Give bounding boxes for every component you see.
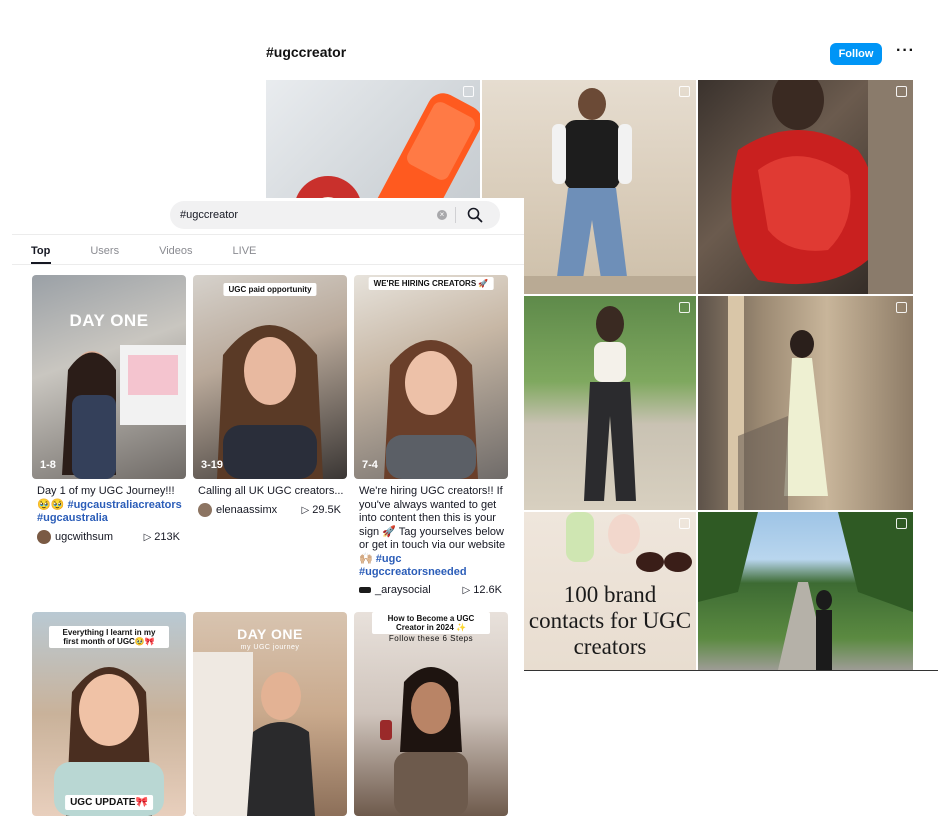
video-thumbnail[interactable]: DAY ONE my UGC journey	[193, 612, 347, 816]
video-overlay-text: UGC paid opportunity	[223, 283, 317, 296]
video-count: 3-19	[201, 459, 224, 471]
avatar[interactable]	[198, 502, 212, 517]
video-card[interactable]: DAY ONE 1-8 Day 1 of my UGC Journey!!! 🥹…	[32, 275, 186, 544]
video-caption: Day 1 of my UGC Journey!!! 🥹🥹 #ugcaustra…	[32, 485, 186, 526]
multi-post-icon	[896, 86, 907, 97]
overlay-text: 100 brand contacts for UGC creators	[528, 582, 692, 659]
video-frame	[217, 325, 323, 479]
tab-live[interactable]: LIVE	[233, 245, 257, 257]
hashtag-title: #ugccreator	[266, 44, 347, 60]
video-overlay-text: DAY ONE	[69, 311, 149, 330]
video-overlay-text: DAY ONE	[237, 626, 303, 642]
video-meta: elenaassimx 29.5K	[193, 502, 347, 517]
outfit-photo	[584, 306, 636, 501]
video-overlay-subtext: Follow these 6 Steps	[388, 634, 474, 643]
video-card[interactable]: How to Become a UGC Creator in 2024 ✨ Fo…	[354, 612, 508, 816]
video-frame	[193, 652, 315, 816]
avatar[interactable]	[37, 529, 51, 544]
search-tabs: Top Users Videos LIVE	[31, 245, 296, 257]
clear-search-icon[interactable]: ×	[437, 210, 447, 220]
video-overlay-text: WE'RE HIRING CREATORS 🚀	[368, 277, 494, 290]
video-overlay-subtext: my UGC journey	[240, 644, 300, 651]
search-icon[interactable]	[466, 206, 484, 224]
divider	[12, 264, 524, 265]
video-meta: _araysocial 12.6K	[354, 584, 508, 596]
author-name[interactable]: ugcwithsum	[55, 531, 113, 543]
video-card[interactable]: WE'RE HIRING CREATORS 🚀 7-4 We're hiring…	[354, 275, 508, 596]
hashtag-link[interactable]: #ugc #ugccreatorsneeded	[359, 553, 467, 579]
search-bar[interactable]: #ugccreator ×	[170, 201, 500, 229]
video-frame	[384, 340, 478, 479]
video-card[interactable]: DAY ONE my UGC journey	[193, 612, 347, 816]
multi-post-icon	[896, 518, 907, 529]
tab-users[interactable]: Users	[90, 245, 119, 257]
view-count: 12.6K	[463, 584, 502, 596]
multi-post-icon	[679, 302, 690, 313]
search-input[interactable]: #ugccreator	[180, 209, 238, 221]
red-dress-photo	[731, 80, 913, 294]
video-overlay-text: Everything I learnt in my first month of…	[49, 626, 169, 648]
follow-button[interactable]: Follow	[830, 43, 882, 65]
video-card[interactable]: UGC paid opportunity 3-19 Calling all UK…	[193, 275, 347, 517]
park-photo	[698, 512, 913, 670]
tiktok-search-panel: #ugccreator × Top Users Videos LIVE DAY …	[12, 198, 524, 816]
tab-videos[interactable]: Videos	[159, 245, 192, 257]
grid-post[interactable]	[524, 296, 696, 510]
multi-post-icon	[896, 302, 907, 313]
video-card[interactable]: Everything I learnt in my first month of…	[32, 612, 186, 816]
grid-post[interactable]: 100 brand contacts for UGC creators	[524, 512, 696, 670]
video-count: 7-4	[362, 459, 378, 471]
video-thumbnail[interactable]: UGC paid opportunity 3-19	[193, 275, 347, 479]
more-options-icon[interactable]: ···	[896, 42, 915, 60]
divider	[524, 670, 938, 671]
video-caption: Calling all UK UGC creators...	[193, 485, 347, 499]
white-dress-photo	[728, 296, 828, 510]
video-meta: ugcwithsum 213K	[32, 529, 186, 544]
video-thumbnail[interactable]: DAY ONE 1-8	[32, 275, 186, 479]
video-thumbnail[interactable]: Everything I learnt in my first month of…	[32, 612, 186, 816]
view-count: 213K	[144, 531, 180, 543]
multi-post-icon	[679, 86, 690, 97]
video-overlay-text: How to Become a UGC Creator in 2024 ✨	[372, 612, 490, 634]
author-name[interactable]: _araysocial	[375, 584, 431, 596]
grid-post[interactable]	[698, 296, 913, 510]
grid-post[interactable]	[698, 80, 913, 294]
view-count: 29.5K	[302, 504, 341, 516]
search-divider	[455, 207, 456, 223]
divider	[12, 234, 524, 235]
brand-logo[interactable]	[359, 586, 371, 593]
caption-text: Calling all UK UGC creators...	[198, 485, 344, 497]
video-thumbnail[interactable]: WE'RE HIRING CREATORS 🚀 7-4	[354, 275, 508, 479]
multi-post-icon	[679, 518, 690, 529]
video-bottom-label: UGC UPDATE🎀	[65, 795, 153, 810]
grid-post[interactable]	[698, 512, 913, 670]
multi-post-icon	[463, 86, 474, 97]
video-caption: We're hiring UGC creators!! If you've al…	[354, 485, 508, 580]
video-frame	[62, 345, 186, 479]
video-count: 1-8	[40, 459, 56, 471]
tab-top[interactable]: Top	[31, 245, 50, 257]
video-thumbnail[interactable]: How to Become a UGC Creator in 2024 ✨ Fo…	[354, 612, 508, 816]
author-name[interactable]: elenaassimx	[216, 504, 277, 516]
